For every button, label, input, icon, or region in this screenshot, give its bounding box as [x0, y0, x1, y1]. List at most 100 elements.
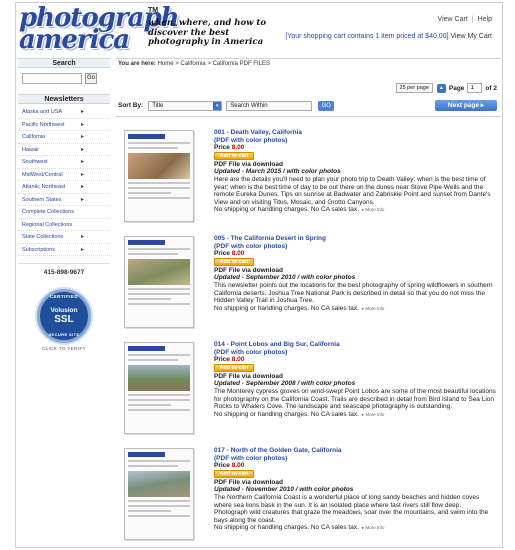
product-subtitle[interactable]: (PDF with color photos)	[214, 455, 496, 463]
updated-note: Updated - September 2010 / with color ph…	[214, 274, 356, 282]
nav-item[interactable]: MidWest/Central ▸	[18, 169, 110, 181]
search-within-label: Search Within	[230, 102, 268, 109]
more-info-link[interactable]: ▸ More Info	[362, 207, 385, 212]
arrow-icon: ▸	[80, 184, 84, 190]
product-thumbnail[interactable]	[124, 342, 194, 434]
more-info-link[interactable]: ▸ More Info	[362, 306, 385, 311]
price-value: 8.00	[231, 462, 245, 470]
nav-item[interactable]: Hawaii ▸	[18, 144, 110, 156]
thumb-text-line	[128, 303, 190, 305]
help-link[interactable]: Help	[478, 16, 492, 23]
product-thumbnail[interactable]	[124, 130, 194, 222]
thumb-text-line	[128, 288, 190, 290]
top-links: View Cart | Help	[438, 16, 492, 23]
add-to-cart-button[interactable]: Add to cart	[214, 363, 254, 372]
view-my-cart-link[interactable]: View My Cart	[451, 33, 493, 40]
add-to-cart-button[interactable]: Add to cart	[214, 469, 254, 478]
nav-item-label: Pacific Northwest	[22, 121, 65, 128]
price-value: 8.00	[231, 250, 245, 258]
price-label: Price	[214, 144, 230, 152]
thumb-photo	[128, 153, 190, 179]
thumb-text-line	[128, 409, 190, 411]
add-to-cart-button[interactable]: Add to cart	[214, 257, 254, 266]
thumb-text-line	[128, 394, 190, 396]
page-label: Page	[448, 84, 465, 92]
product-description: The Northern California Coast is a wonde…	[214, 493, 489, 524]
cart-status: [Your shopping cart contains 1 item pric…	[285, 33, 492, 40]
product-description: The Monterey cypress groves on wind-swep…	[214, 387, 496, 411]
thumb-photo	[128, 259, 190, 285]
per-page-select[interactable]: 25 per page	[395, 83, 433, 93]
product-item: 017 - North of the Golden Gate, Californ…	[116, 447, 501, 547]
shipping-text: No shipping or handling charges. No CA s…	[214, 206, 359, 214]
badge-brand: Volusion	[50, 307, 78, 314]
product-title[interactable]: 017 - North of the Golden Gate, Californ…	[214, 447, 496, 455]
product-title[interactable]: 001 - Death Valley, California	[214, 129, 496, 137]
sort-value: Title	[152, 102, 164, 109]
sort-bar: Sort By: Title ▾ Search Within GO Next pa…	[118, 100, 497, 111]
nav-item[interactable]: Alaska and USA ▸	[18, 106, 110, 119]
nav-item[interactable]: Pacific Northwest ▸	[18, 119, 110, 131]
add-to-cart-button[interactable]: Add to cart	[214, 151, 254, 160]
product-thumbnail[interactable]	[124, 236, 194, 328]
breadcrumb-path[interactable]: Home > California > California PDF FILES	[158, 61, 270, 67]
updated-note: Updated - March 2015 / with color photos	[214, 168, 341, 176]
nav-item[interactable]: California ▸	[18, 131, 110, 144]
product-info: 014 - Point Lobos and Big Sur, Californi…	[214, 341, 496, 418]
product-list: 001 - Death Valley, California (PDF with…	[116, 129, 501, 547]
thumb-text-line	[128, 187, 190, 189]
search-within-go-button[interactable]: GO	[318, 100, 335, 111]
nav-item[interactable]: Atlantic Northeast ▸	[18, 181, 110, 194]
badge-caption[interactable]: CLICK TO VERIFY	[18, 346, 110, 351]
nav-item[interactable]: Southern States ▸	[18, 194, 110, 206]
thumb-text-line	[128, 293, 190, 295]
thumb-text-line	[128, 298, 172, 300]
arrow-icon: ▸	[80, 109, 84, 115]
price-value: 8.00	[231, 144, 245, 152]
nav-item[interactable]: Subscriptions ▸	[18, 244, 110, 256]
nav-item[interactable]: State Collections ▸	[18, 231, 110, 244]
product-thumbnail[interactable]	[124, 448, 194, 540]
thumb-heading	[128, 240, 166, 245]
shipping-text: No shipping or handling charges. No CA s…	[214, 524, 359, 532]
sort-select[interactable]: Title ▾	[148, 100, 223, 111]
more-info-link[interactable]: ▸ More Info	[362, 525, 385, 530]
product-subtitle[interactable]: (PDF with color photos)	[214, 137, 496, 145]
product-subtitle[interactable]: (PDF with color photos)	[214, 349, 496, 357]
breadcrumb-prefix: You are here:	[118, 61, 156, 67]
page-frame: photograph america TM when, where, and h…	[15, 2, 503, 548]
arrow-icon: ▸	[80, 196, 84, 203]
search-within-input[interactable]: Search Within	[226, 100, 313, 111]
product-item: 005 - The California Desert in Spring (P…	[116, 235, 501, 340]
nav-item[interactable]: Regional Collections	[18, 219, 110, 231]
product-subtitle[interactable]: (PDF with color photos)	[214, 243, 496, 251]
next-page-button[interactable]: Next page ▸	[435, 100, 497, 111]
nav-item[interactable]: Complete Collections	[18, 206, 110, 219]
thumb-heading	[128, 452, 166, 457]
product-title[interactable]: 014 - Point Lobos and Big Sur, Californi…	[214, 341, 496, 349]
product-item: 001 - Death Valley, California (PDF with…	[116, 129, 501, 234]
thumb-text-line	[128, 500, 190, 502]
ssl-badge[interactable]: CERTIFIED Volusion SSL SECURE SITE	[37, 289, 91, 343]
product-title[interactable]: 005 - The California Desert in Spring	[214, 235, 496, 243]
nav-item-label: Southwest	[22, 159, 48, 165]
more-info-link[interactable]: ▸ More Info	[362, 412, 385, 417]
search-input[interactable]	[22, 73, 82, 84]
thumb-heading	[128, 134, 166, 139]
thumb-heading	[128, 346, 166, 351]
view-cart-link[interactable]: View Cart	[438, 16, 468, 23]
site-logo[interactable]: photograph america	[19, 5, 180, 53]
page-number-input[interactable]	[467, 83, 483, 93]
shipping-text: No shipping or handling charges. No CA s…	[214, 410, 359, 418]
search-go-button[interactable]: Go	[85, 73, 97, 84]
arrow-icon: ▸	[80, 171, 84, 178]
price-value: 8.00	[231, 356, 245, 364]
pdf-note: PDF File via download	[214, 160, 283, 168]
thumb-text-line	[128, 460, 190, 462]
phone-number: 415-898-9677	[18, 263, 110, 276]
product-item: 014 - Point Lobos and Big Sur, Californi…	[116, 341, 501, 446]
nav-item[interactable]: Southwest ▸	[18, 156, 110, 169]
page-arrows-icon[interactable]: ▴	[436, 83, 446, 93]
arrow-icon: ▸	[80, 134, 84, 140]
arrow-icon: ▸	[80, 146, 84, 153]
